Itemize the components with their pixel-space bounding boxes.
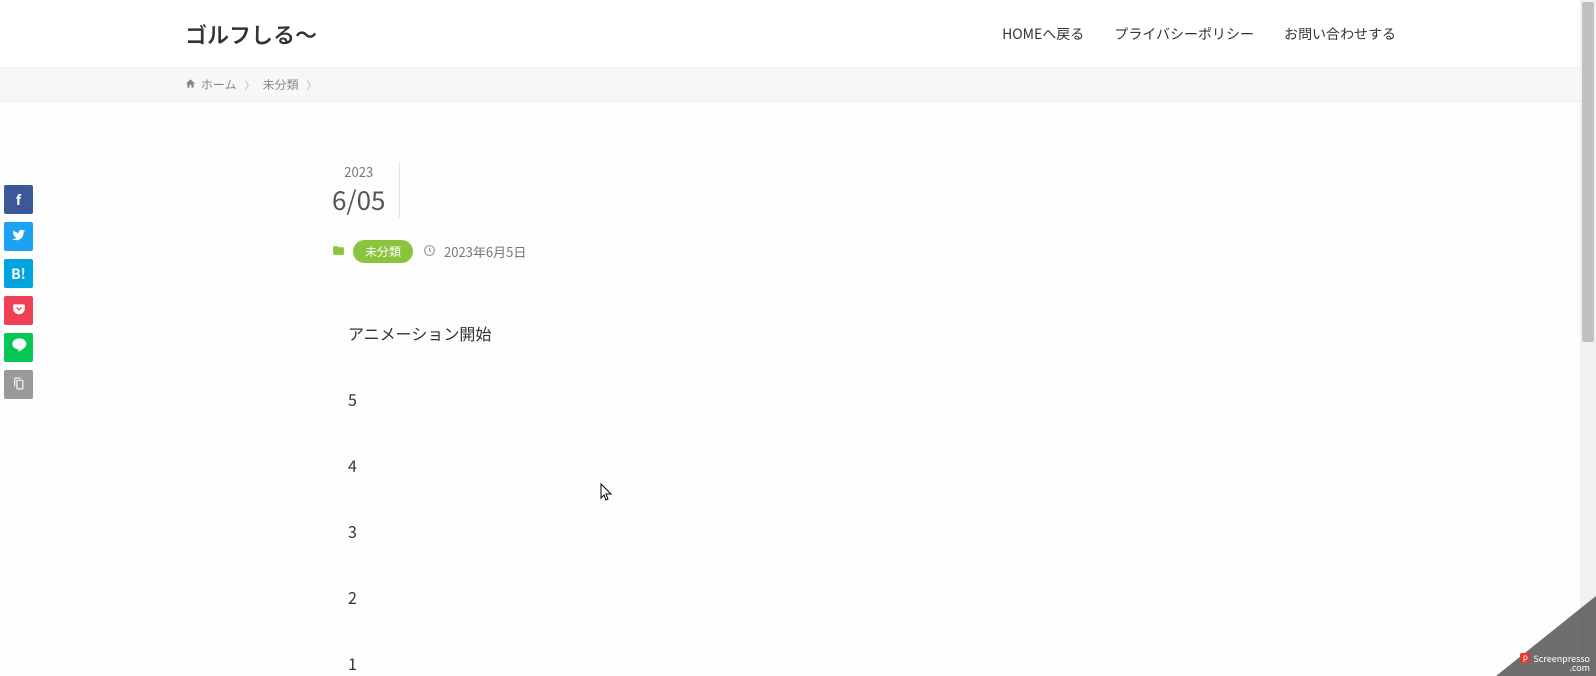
breadcrumb-home[interactable]: ホーム <box>185 76 237 93</box>
countdown-item: 4 <box>332 453 900 477</box>
site-title[interactable]: ゴルフしる～ <box>185 18 317 50</box>
nav-contact[interactable]: お問い合わせする <box>1284 24 1396 44</box>
main-nav: HOMEへ戻る プライバシーポリシー お問い合わせする <box>1002 24 1396 44</box>
nav-home[interactable]: HOMEへ戻る <box>1002 24 1084 44</box>
copy-icon <box>12 375 25 395</box>
nav-privacy[interactable]: プライバシーポリシー <box>1114 24 1254 44</box>
share-line-button[interactable] <box>4 333 33 362</box>
post-month-day: 6/05 <box>332 181 385 218</box>
folder-icon <box>332 242 345 261</box>
scrollbar-thumb[interactable] <box>1582 2 1594 342</box>
breadcrumb-home-label: ホーム <box>201 76 237 93</box>
chevron-icon: 〉 <box>245 77 255 92</box>
pocket-icon <box>12 301 26 321</box>
countdown-item: 2 <box>332 585 900 609</box>
countdown-item: 3 <box>332 519 900 543</box>
chevron-icon: 〉 <box>307 77 317 92</box>
post-body: アニメーション開始 5 4 3 2 1 <box>332 321 900 675</box>
line-icon <box>11 337 27 358</box>
breadcrumb-category[interactable]: 未分類 <box>263 76 299 93</box>
countdown-item: 5 <box>332 387 900 411</box>
share-pocket-button[interactable] <box>4 296 33 325</box>
site-header: ゴルフしる～ HOMEへ戻る プライバシーポリシー お問い合わせする <box>0 0 1596 68</box>
clock-icon <box>423 242 436 261</box>
share-facebook-button[interactable]: f <box>4 185 33 214</box>
scrollbar-track[interactable] <box>1580 0 1596 676</box>
post-heading: アニメーション開始 <box>332 321 900 345</box>
countdown-item: 1 <box>332 651 900 675</box>
twitter-icon <box>12 227 26 247</box>
hatena-icon: B! <box>11 264 26 284</box>
article-content: 2023 6/05 未分類 2023年6月5日 アニメーション開始 5 4 3 … <box>0 102 900 675</box>
post-date-text: 2023年6月5日 <box>444 242 526 261</box>
social-share-bar: f B! <box>4 185 33 399</box>
post-meta: 未分類 2023年6月5日 <box>332 240 900 263</box>
post-date-block: 2023 6/05 <box>332 162 400 218</box>
post-year: 2023 <box>332 162 385 181</box>
facebook-icon: f <box>16 190 21 210</box>
category-badge[interactable]: 未分類 <box>353 240 413 263</box>
breadcrumb: ホーム 〉 未分類 〉 <box>0 68 1596 102</box>
home-icon <box>185 77 196 93</box>
share-twitter-button[interactable] <box>4 222 33 251</box>
screenpresso-logo-icon: p <box>1520 653 1530 663</box>
share-copy-button[interactable] <box>4 370 33 399</box>
share-hatena-button[interactable]: B! <box>4 259 33 288</box>
